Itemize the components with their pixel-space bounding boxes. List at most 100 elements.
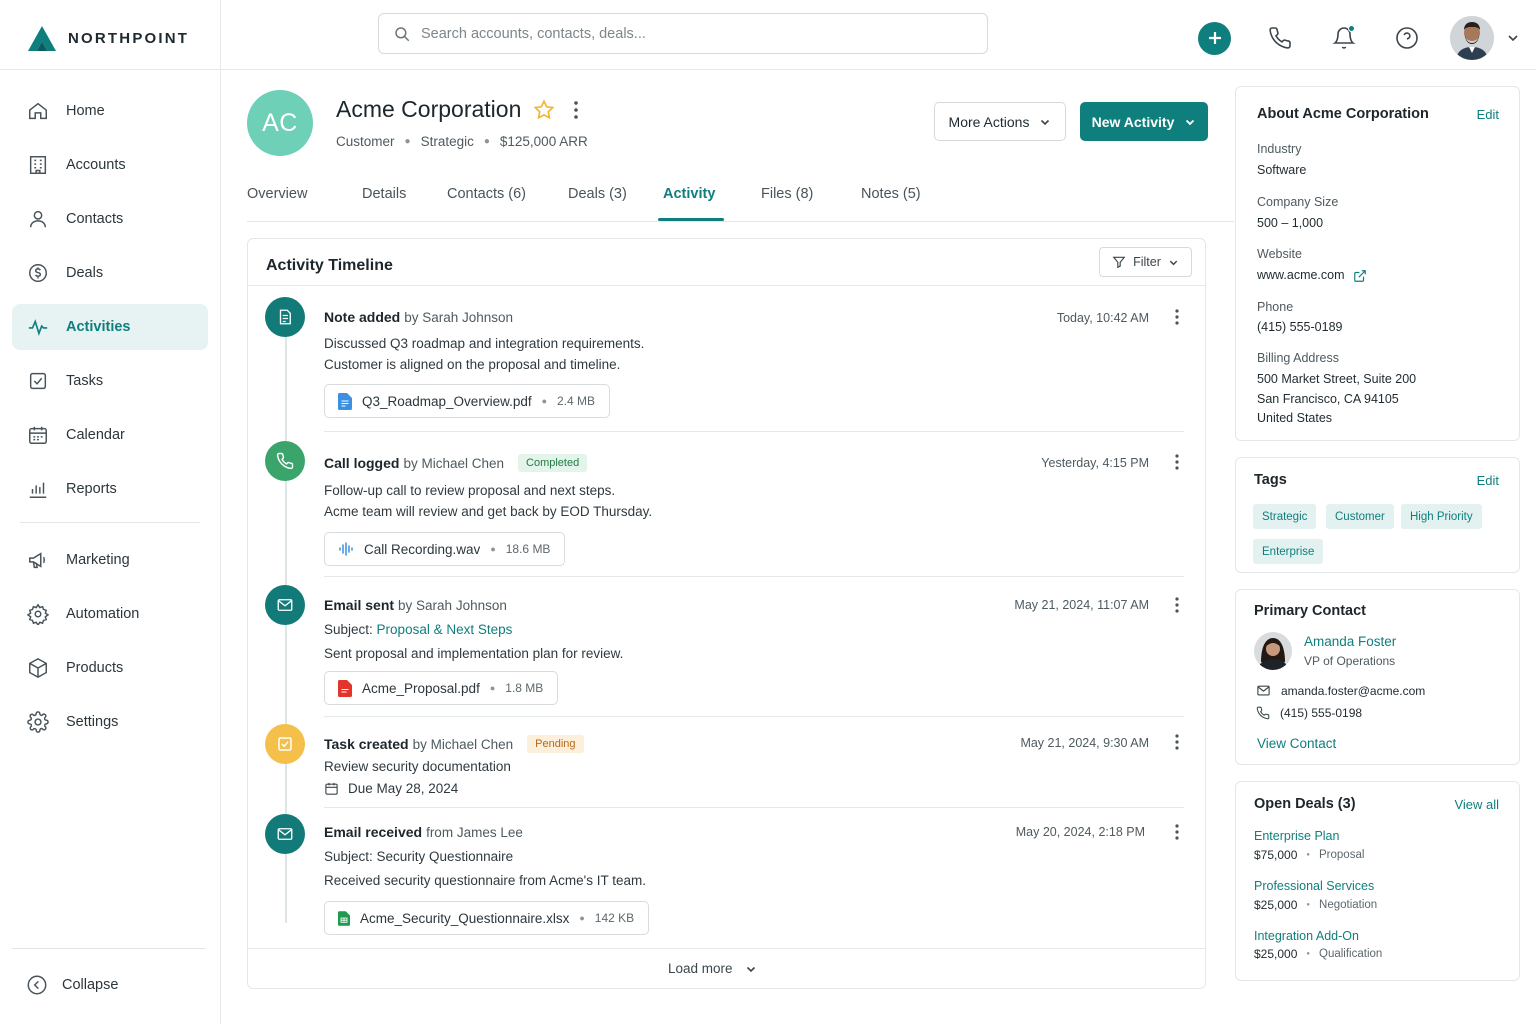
attachment[interactable]: Call Recording.wav ● 18.6 MB [324,532,566,566]
more-actions-button[interactable]: More Actions [934,102,1066,141]
about-title: About Acme Corporation [1257,106,1429,122]
open-deals-panel: Open Deals (3) View all Enterprise Plan … [1235,781,1520,981]
contact-email: amanda.foster@acme.com [1281,683,1426,698]
sidebar-item-activities[interactable]: Activities [12,304,208,350]
deal-stage: Negotiation [1319,899,1378,911]
sidebar-item-accounts[interactable]: Accounts [12,142,208,188]
contact-name-link[interactable]: Amanda Foster [1304,634,1396,649]
sidebar-item-automation[interactable]: Automation [12,591,208,637]
deal-amount: $75,000 [1254,848,1298,862]
tab-files[interactable]: Files (8) [761,186,813,202]
sidebar-item-label: Settings [66,714,119,730]
chevron-down-icon[interactable] [1506,31,1520,45]
attachment[interactable]: Acme_Security_Questionnaire.xlsx ● 142 K… [324,901,650,935]
divider [324,431,1184,432]
help-icon [1396,27,1418,49]
filter-button[interactable]: Filter [1099,247,1192,277]
calendar-icon [29,426,47,444]
attachment[interactable]: Q3_Roadmap_Overview.pdf ● 2.4 MB [324,384,611,418]
timeline-item-header: Task created by Michael Chen Pending [324,735,584,753]
deal-name-link[interactable]: Professional Services [1254,879,1374,893]
sidebar-item-settings[interactable]: Settings [12,699,208,745]
help-button[interactable] [1395,26,1419,50]
collapse-label: Collapse [62,977,119,993]
status-badge: Completed [518,454,588,472]
new-activity-button[interactable]: New Activity [1080,102,1208,141]
description-line: Follow-up call to review proposal and ne… [324,483,616,498]
tab-details[interactable]: Details [362,186,406,202]
separator-dot: ● [483,136,490,147]
deal-name-link[interactable]: Enterprise Plan [1254,829,1339,843]
more-vertical-icon[interactable] [573,100,579,120]
tag-high-priority[interactable]: High Priority [1401,504,1482,529]
contact-avatar[interactable] [1254,632,1292,670]
email-subject-link[interactable]: Subject: Security Questionnaire [324,846,513,867]
contact-phone: (415) 555-0198 [1280,706,1363,720]
activity-type: Email sent [324,597,395,613]
activity-author: by Michael Chen [403,455,505,471]
sidebar-item-tasks[interactable]: Tasks [12,358,208,404]
mail-icon [265,585,305,625]
view-contact-link[interactable]: View Contact [1257,736,1336,751]
deal-meta: $25,000 ● Negotiation [1254,898,1377,912]
activity-description: Follow-up call to review proposal and ne… [324,480,652,522]
view-all-deals-link[interactable]: View all [1454,797,1499,812]
brand[interactable]: NORTHPOINT [28,24,189,52]
more-vertical-icon[interactable] [1175,454,1179,470]
notifications-button[interactable] [1332,25,1356,50]
sidebar-item-products[interactable]: Products [12,645,208,691]
pulse-icon [28,319,48,336]
load-more-button[interactable]: Load more [668,961,757,976]
more-vertical-icon[interactable] [1175,824,1179,840]
separator-dot: ● [404,136,411,147]
field-label: Website [1257,247,1302,261]
quick-add-button[interactable] [1198,21,1231,55]
search-input[interactable] [421,25,961,42]
tag-customer[interactable]: Customer [1326,504,1394,529]
tab-notes[interactable]: Notes (5) [861,186,921,202]
contact-email-row[interactable]: amanda.foster@acme.com [1256,683,1425,698]
tab-overview[interactable]: Overview [247,186,307,202]
global-search[interactable] [378,13,988,54]
tab-contacts[interactable]: Contacts (6) [447,186,526,202]
tag-strategic[interactable]: Strategic [1253,504,1317,529]
settings-icon [27,711,49,733]
timeline-title: Activity Timeline [266,257,393,274]
more-vertical-icon[interactable] [1175,309,1179,325]
sidebar-item-calendar[interactable]: Calendar [12,412,208,458]
industry-value: Software [1257,163,1307,177]
activity-type: Task created [324,736,409,752]
phone-button[interactable] [1268,26,1292,50]
more-vertical-icon[interactable] [1175,597,1179,613]
sidebar-item-contacts[interactable]: Contacts [12,196,208,242]
description-line: Review security documentation [324,759,511,774]
tab-deals[interactable]: Deals (3) [568,186,627,202]
tags-edit-link[interactable]: Edit [1477,473,1499,488]
phone-value: (415) 555-0189 [1257,320,1343,334]
sidebar-item-home[interactable]: Home [12,88,208,134]
sidebar-item-marketing[interactable]: Marketing [12,537,208,583]
more-vertical-icon[interactable] [1175,734,1179,750]
sidebar-divider [12,948,206,949]
chevron-down-icon [1169,260,1178,265]
activity-author: by Sarah Johnson [398,597,507,613]
contact-phone-row[interactable]: (415) 555-0198 [1256,706,1362,720]
sidebar-item-reports[interactable]: Reports [12,466,208,512]
chevron-down-icon [1041,119,1050,125]
deal-meta: $25,000 ● Qualification [1254,947,1382,961]
about-edit-link[interactable]: Edit [1477,107,1499,122]
tab-activity[interactable]: Activity [663,186,715,202]
collapse-button[interactable]: Collapse [26,974,118,996]
tag-enterprise[interactable]: Enterprise [1253,539,1324,564]
star-icon[interactable] [533,98,555,121]
sidebar-item-deals[interactable]: Deals [12,250,208,296]
user-avatar[interactable] [1450,16,1494,60]
pdf-file-icon [338,392,352,410]
website-link[interactable]: www.acme.com [1257,266,1367,286]
attachment[interactable]: Acme_Proposal.pdf ● 1.8 MB [324,671,559,705]
divider [248,285,1205,286]
address-line: 500 Market Street, Suite 200 [1257,372,1417,386]
deal-name-link[interactable]: Integration Add-On [1254,929,1359,943]
email-subject-link[interactable]: Proposal & Next Steps [377,622,513,637]
filter-label: Filter [1133,255,1161,269]
